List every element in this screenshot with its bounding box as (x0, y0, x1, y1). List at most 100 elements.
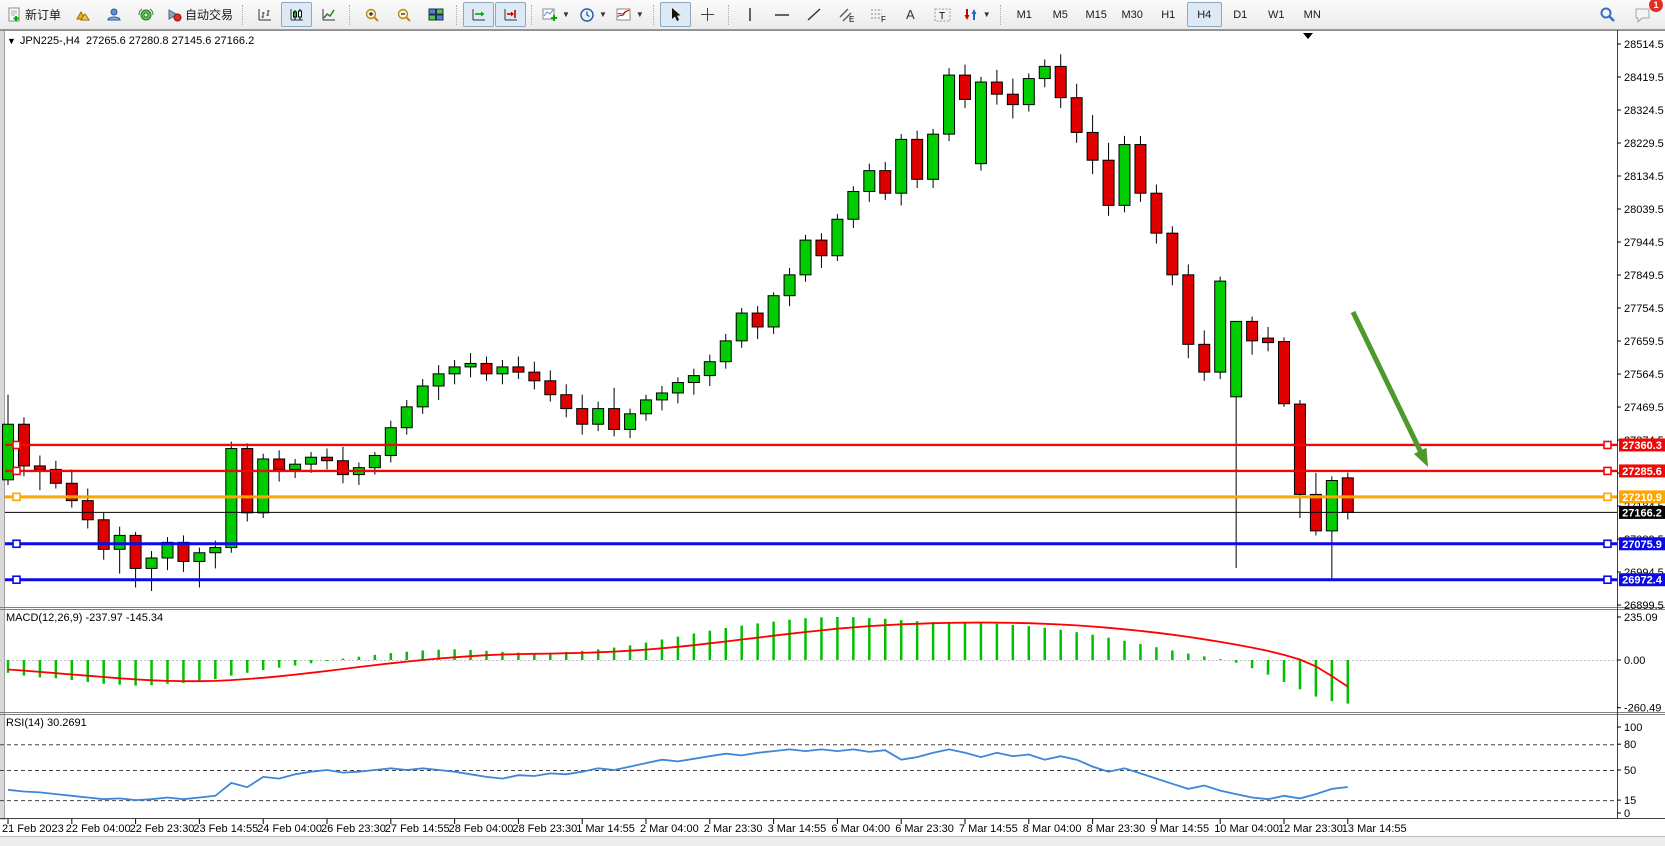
candle[interactable] (912, 139, 923, 179)
auto-trading-button[interactable]: 自动交易 (162, 2, 237, 27)
timeframe-h4[interactable]: H4 (1187, 2, 1222, 27)
candle[interactable] (720, 341, 731, 362)
candle[interactable] (1119, 145, 1130, 206)
navigator-button[interactable] (130, 2, 161, 27)
chart-canvas[interactable]: 28514.528419.528324.528229.528134.528039… (0, 30, 1665, 846)
chart-shift-button[interactable] (495, 2, 526, 27)
line-handle[interactable] (13, 441, 20, 448)
crosshair-button[interactable] (692, 2, 723, 27)
candle[interactable] (768, 296, 779, 327)
search-button[interactable] (1592, 2, 1623, 27)
candle[interactable] (991, 82, 1002, 94)
candle[interactable] (609, 409, 620, 430)
candle[interactable] (832, 219, 843, 255)
candle[interactable] (641, 400, 652, 414)
candle[interactable] (417, 386, 428, 407)
candle[interactable] (625, 414, 636, 430)
candle[interactable] (385, 428, 396, 456)
line-handle[interactable] (1604, 576, 1611, 583)
candle[interactable] (1326, 481, 1337, 531)
candle[interactable] (1263, 338, 1274, 343)
candle[interactable] (704, 362, 715, 376)
arrows-tool[interactable]: ▼ (959, 2, 995, 27)
candle[interactable] (210, 548, 221, 553)
candle[interactable] (146, 558, 157, 568)
candle[interactable] (1103, 160, 1114, 205)
notifications-button[interactable]: 1 (1627, 2, 1658, 27)
timeframe-m30[interactable]: M30 (1115, 2, 1150, 27)
candle[interactable] (1279, 342, 1290, 404)
candle[interactable] (561, 395, 572, 409)
candle[interactable] (337, 461, 348, 475)
line-handle[interactable] (1604, 441, 1611, 448)
candle[interactable] (577, 409, 588, 425)
trendline-tool[interactable] (799, 2, 830, 27)
candle-chart-button[interactable] (281, 2, 312, 27)
candle[interactable] (880, 171, 891, 194)
candle[interactable] (1151, 193, 1162, 233)
line-handle[interactable] (1604, 493, 1611, 500)
candle[interactable] (290, 464, 301, 469)
candle[interactable] (258, 459, 269, 513)
bar-chart-button[interactable] (249, 2, 280, 27)
data-window-button[interactable] (98, 2, 129, 27)
timeframe-h1[interactable]: H1 (1151, 2, 1186, 27)
candle[interactable] (497, 367, 508, 374)
candle[interactable] (529, 372, 540, 381)
candle[interactable] (593, 409, 604, 425)
candle[interactable] (513, 367, 524, 372)
candle[interactable] (1135, 145, 1146, 194)
candle[interactable] (1215, 281, 1226, 372)
candle[interactable] (34, 466, 45, 469)
candle[interactable] (1055, 66, 1066, 97)
timeframe-m5[interactable]: M5 (1043, 2, 1078, 27)
candle[interactable] (816, 240, 827, 256)
line-handle[interactable] (13, 576, 20, 583)
candle[interactable] (1247, 321, 1258, 340)
periods-button[interactable]: ▼ (575, 2, 611, 27)
candle[interactable] (928, 134, 939, 179)
candle[interactable] (130, 535, 141, 568)
vertical-line-tool[interactable] (735, 2, 766, 27)
candle[interactable] (1007, 94, 1018, 104)
candle[interactable] (1199, 344, 1210, 372)
candle[interactable] (242, 449, 253, 513)
candle[interactable] (322, 457, 333, 460)
new-order-button[interactable]: 新订单 (3, 2, 65, 27)
channel-tool[interactable]: E (831, 2, 862, 27)
timeframe-mn[interactable]: MN (1295, 2, 1330, 27)
line-chart-button[interactable] (313, 2, 344, 27)
candle[interactable] (656, 393, 667, 400)
candle[interactable] (975, 82, 986, 164)
text-label-tool[interactable]: T (927, 2, 958, 27)
indicators-button[interactable]: ▼ (538, 2, 574, 27)
candle[interactable] (194, 553, 205, 562)
candle[interactable] (1183, 275, 1194, 344)
candle[interactable] (736, 313, 747, 341)
candle[interactable] (1167, 233, 1178, 275)
candle[interactable] (465, 363, 476, 366)
fibonacci-tool[interactable]: F (863, 2, 894, 27)
candle[interactable] (800, 240, 811, 275)
candle[interactable] (369, 455, 380, 467)
candle[interactable] (752, 313, 763, 327)
candle[interactable] (274, 459, 285, 469)
candle[interactable] (1071, 98, 1082, 133)
text-tool[interactable]: A (895, 2, 926, 27)
candle[interactable] (1231, 321, 1242, 396)
line-handle[interactable] (13, 467, 20, 474)
cursor-button[interactable] (660, 2, 691, 27)
tile-windows-button[interactable] (420, 2, 451, 27)
candle[interactable] (960, 75, 971, 99)
candle[interactable] (449, 367, 460, 374)
chart-window[interactable]: 28514.528419.528324.528229.528134.528039… (0, 30, 1665, 846)
timeframe-m1[interactable]: M1 (1007, 2, 1042, 27)
candle[interactable] (306, 457, 317, 464)
auto-scroll-button[interactable] (463, 2, 494, 27)
candle[interactable] (1039, 66, 1050, 78)
market-watch-button[interactable] (66, 2, 97, 27)
horizontal-line-tool[interactable] (767, 2, 798, 27)
candle[interactable] (688, 376, 699, 383)
candle[interactable] (545, 381, 556, 395)
candle[interactable] (82, 501, 93, 520)
